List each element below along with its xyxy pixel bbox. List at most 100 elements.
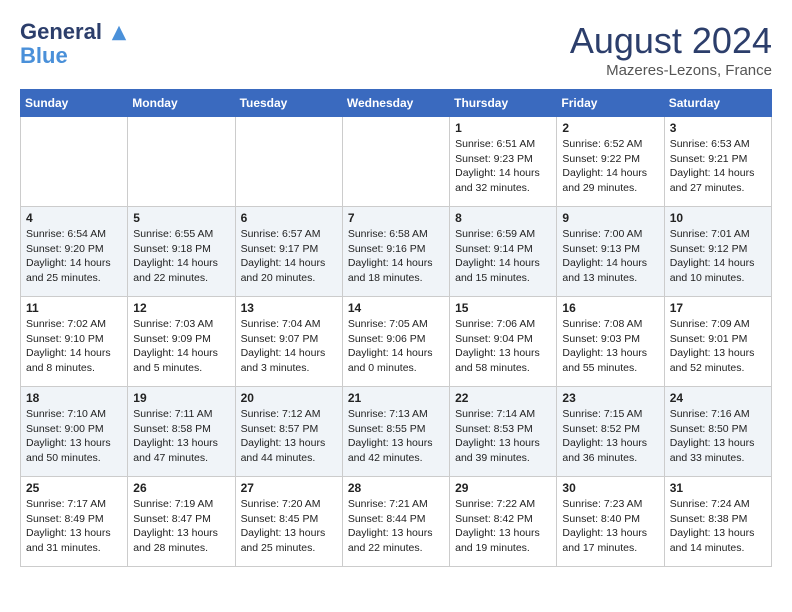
page-header: General Blue August 2024 Mazeres-Lezons,… — [20, 20, 772, 79]
day-number: 6 — [241, 211, 337, 225]
day-info: Sunrise: 7:06 AM Sunset: 9:04 PM Dayligh… — [455, 317, 551, 376]
calendar-cell: 31 Sunrise: 7:24 AM Sunset: 8:38 PM Dayli… — [664, 477, 771, 567]
calendar-cell: 17 Sunrise: 7:09 AM Sunset: 9:01 PM Dayli… — [664, 297, 771, 387]
day-number: 21 — [348, 391, 444, 405]
weekday-header-wednesday: Wednesday — [342, 90, 449, 117]
calendar-cell: 29 Sunrise: 7:22 AM Sunset: 8:42 PM Dayli… — [450, 477, 557, 567]
weekday-header-monday: Monday — [128, 90, 235, 117]
calendar-cell: 5 Sunrise: 6:55 AM Sunset: 9:18 PM Daylig… — [128, 207, 235, 297]
day-number: 19 — [133, 391, 229, 405]
day-number: 3 — [670, 121, 766, 135]
day-info: Sunrise: 7:09 AM Sunset: 9:01 PM Dayligh… — [670, 317, 766, 376]
day-number: 16 — [562, 301, 658, 315]
calendar-cell: 24 Sunrise: 7:16 AM Sunset: 8:50 PM Dayli… — [664, 387, 771, 477]
day-info: Sunrise: 7:12 AM Sunset: 8:57 PM Dayligh… — [241, 407, 337, 466]
day-info: Sunrise: 7:11 AM Sunset: 8:58 PM Dayligh… — [133, 407, 229, 466]
calendar-table: SundayMondayTuesdayWednesdayThursdayFrid… — [20, 89, 772, 567]
calendar-cell: 8 Sunrise: 6:59 AM Sunset: 9:14 PM Daylig… — [450, 207, 557, 297]
calendar-cell: 14Sunrise: 7:05 AM Sunset: 9:06 PM Dayli… — [342, 297, 449, 387]
day-number: 24 — [670, 391, 766, 405]
calendar-cell: 16 Sunrise: 7:08 AM Sunset: 9:03 PM Dayli… — [557, 297, 664, 387]
weekday-header-row: SundayMondayTuesdayWednesdayThursdayFrid… — [21, 90, 772, 117]
calendar-cell: 6 Sunrise: 6:57 AM Sunset: 9:17 PM Daylig… — [235, 207, 342, 297]
calendar-week-5: 25Sunrise: 7:17 AM Sunset: 8:49 PM Dayli… — [21, 477, 772, 567]
calendar-cell: 13 Sunrise: 7:04 AM Sunset: 9:07 PM Dayli… — [235, 297, 342, 387]
day-info: Sunrise: 7:14 AM Sunset: 8:53 PM Dayligh… — [455, 407, 551, 466]
weekday-header-friday: Friday — [557, 90, 664, 117]
day-number: 1 — [455, 121, 551, 135]
logo-blue: Blue — [20, 44, 128, 68]
day-info: Sunrise: 6:58 AM Sunset: 9:16 PM Dayligh… — [348, 227, 444, 286]
calendar-cell: 3 Sunrise: 6:53 AM Sunset: 9:21 PM Daylig… — [664, 117, 771, 207]
day-number: 23 — [562, 391, 658, 405]
calendar-cell: 18 Sunrise: 7:10 AM Sunset: 9:00 PM Dayli… — [21, 387, 128, 477]
day-info: Sunrise: 7:22 AM Sunset: 8:42 PM Dayligh… — [455, 497, 551, 556]
calendar-cell: 12Sunrise: 7:03 AM Sunset: 9:09 PM Dayli… — [128, 297, 235, 387]
day-info: Sunrise: 6:57 AM Sunset: 9:17 PM Dayligh… — [241, 227, 337, 286]
title-block: August 2024 Mazeres-Lezons, France — [570, 20, 772, 79]
calendar-cell: 19 Sunrise: 7:11 AM Sunset: 8:58 PM Dayli… — [128, 387, 235, 477]
day-number: 31 — [670, 481, 766, 495]
day-number: 26 — [133, 481, 229, 495]
calendar-cell: 21Sunrise: 7:13 AM Sunset: 8:55 PM Dayli… — [342, 387, 449, 477]
calendar-cell — [235, 117, 342, 207]
day-number: 20 — [241, 391, 337, 405]
day-number: 5 — [133, 211, 229, 225]
calendar-cell — [21, 117, 128, 207]
calendar-cell: 9Sunrise: 7:00 AM Sunset: 9:13 PM Daylig… — [557, 207, 664, 297]
day-number: 7 — [348, 211, 444, 225]
calendar-cell: 25Sunrise: 7:17 AM Sunset: 8:49 PM Dayli… — [21, 477, 128, 567]
day-info: Sunrise: 6:55 AM Sunset: 9:18 PM Dayligh… — [133, 227, 229, 286]
logo: General Blue — [20, 20, 128, 68]
day-info: Sunrise: 7:10 AM Sunset: 9:00 PM Dayligh… — [26, 407, 122, 466]
day-number: 15 — [455, 301, 551, 315]
calendar-cell: 20 Sunrise: 7:12 AM Sunset: 8:57 PM Dayli… — [235, 387, 342, 477]
day-number: 12 — [133, 301, 229, 315]
calendar-cell: 26 Sunrise: 7:19 AM Sunset: 8:47 PM Dayli… — [128, 477, 235, 567]
calendar-cell: 27 Sunrise: 7:20 AM Sunset: 8:45 PM Dayli… — [235, 477, 342, 567]
calendar-cell: 30 Sunrise: 7:23 AM Sunset: 8:40 PM Dayli… — [557, 477, 664, 567]
day-number: 8 — [455, 211, 551, 225]
day-number: 14 — [348, 301, 444, 315]
day-info: Sunrise: 7:21 AM Sunset: 8:44 PM Dayligh… — [348, 497, 444, 556]
day-info: Sunrise: 7:23 AM Sunset: 8:40 PM Dayligh… — [562, 497, 658, 556]
day-number: 22 — [455, 391, 551, 405]
calendar-cell: 4Sunrise: 6:54 AM Sunset: 9:20 PM Daylig… — [21, 207, 128, 297]
day-info: Sunrise: 6:53 AM Sunset: 9:21 PM Dayligh… — [670, 137, 766, 196]
day-info: Sunrise: 7:15 AM Sunset: 8:52 PM Dayligh… — [562, 407, 658, 466]
calendar-week-2: 4Sunrise: 6:54 AM Sunset: 9:20 PM Daylig… — [21, 207, 772, 297]
month-year: August 2024 — [570, 20, 772, 62]
day-number: 11 — [26, 301, 122, 315]
day-number: 10 — [670, 211, 766, 225]
calendar-cell: 10 Sunrise: 7:01 AM Sunset: 9:12 PM Dayli… — [664, 207, 771, 297]
day-info: Sunrise: 7:08 AM Sunset: 9:03 PM Dayligh… — [562, 317, 658, 376]
calendar-cell: 22 Sunrise: 7:14 AM Sunset: 8:53 PM Dayli… — [450, 387, 557, 477]
day-number: 17 — [670, 301, 766, 315]
day-info: Sunrise: 6:59 AM Sunset: 9:14 PM Dayligh… — [455, 227, 551, 286]
day-info: Sunrise: 7:16 AM Sunset: 8:50 PM Dayligh… — [670, 407, 766, 466]
day-number: 25 — [26, 481, 122, 495]
day-number: 18 — [26, 391, 122, 405]
day-info: Sunrise: 7:20 AM Sunset: 8:45 PM Dayligh… — [241, 497, 337, 556]
day-info: Sunrise: 7:24 AM Sunset: 8:38 PM Dayligh… — [670, 497, 766, 556]
day-number: 27 — [241, 481, 337, 495]
calendar-week-3: 11 Sunrise: 7:02 AM Sunset: 9:10 PM Dayli… — [21, 297, 772, 387]
weekday-header-thursday: Thursday — [450, 90, 557, 117]
calendar-cell: 11 Sunrise: 7:02 AM Sunset: 9:10 PM Dayli… — [21, 297, 128, 387]
day-info: Sunrise: 7:00 AM Sunset: 9:13 PM Dayligh… — [562, 227, 658, 286]
calendar-cell: 15 Sunrise: 7:06 AM Sunset: 9:04 PM Dayli… — [450, 297, 557, 387]
day-info: Sunrise: 7:19 AM Sunset: 8:47 PM Dayligh… — [133, 497, 229, 556]
day-number: 29 — [455, 481, 551, 495]
day-info: Sunrise: 7:02 AM Sunset: 9:10 PM Dayligh… — [26, 317, 122, 376]
day-info: Sunrise: 6:52 AM Sunset: 9:22 PM Dayligh… — [562, 137, 658, 196]
day-info: Sunrise: 7:04 AM Sunset: 9:07 PM Dayligh… — [241, 317, 337, 376]
weekday-header-tuesday: Tuesday — [235, 90, 342, 117]
day-info: Sunrise: 7:01 AM Sunset: 9:12 PM Dayligh… — [670, 227, 766, 286]
calendar-cell: 23 Sunrise: 7:15 AM Sunset: 8:52 PM Dayli… — [557, 387, 664, 477]
day-number: 2 — [562, 121, 658, 135]
day-number: 13 — [241, 301, 337, 315]
day-info: Sunrise: 6:54 AM Sunset: 9:20 PM Dayligh… — [26, 227, 122, 286]
day-number: 30 — [562, 481, 658, 495]
calendar-cell: 7 Sunrise: 6:58 AM Sunset: 9:16 PM Daylig… — [342, 207, 449, 297]
day-info: Sunrise: 6:51 AM Sunset: 9:23 PM Dayligh… — [455, 137, 551, 196]
